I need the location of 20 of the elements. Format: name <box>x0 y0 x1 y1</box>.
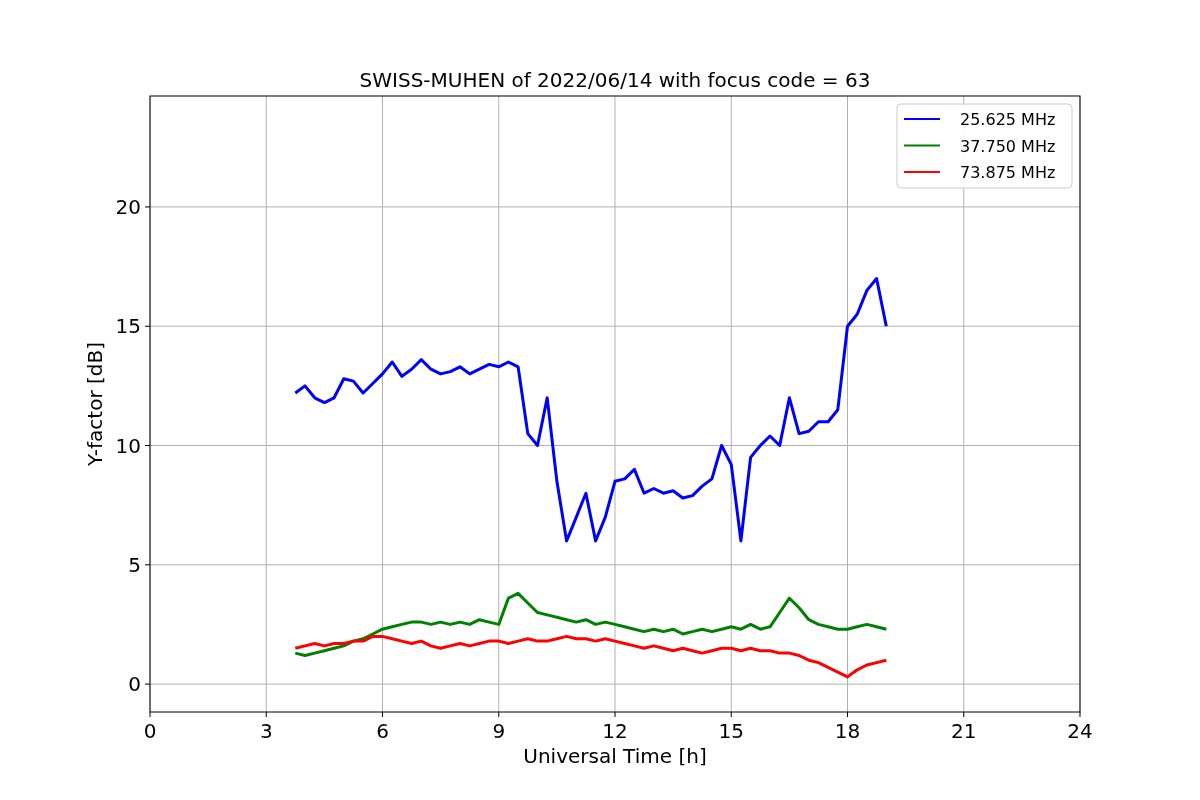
tick-label: 12 <box>602 719 628 743</box>
legend-label: 73.875 MHz <box>960 163 1056 182</box>
tick-label: 20 <box>115 194 141 219</box>
axis-label: Y-factor [dB] <box>83 342 107 466</box>
axis-label: Universal Time [h] <box>523 744 707 768</box>
legend-label: 37.750 MHz <box>960 136 1056 156</box>
tick-label: 10 <box>115 433 141 458</box>
tick-label: 15 <box>115 314 141 339</box>
chart-title: SWISS-MUHEN of 2022/06/14 with focus code = 63 <box>359 68 871 92</box>
tick-label: 9 <box>492 719 506 743</box>
tick-label: 0 <box>128 672 141 697</box>
tick-label: 5 <box>128 552 141 577</box>
tick-label: 18 <box>834 719 861 743</box>
tick-label: 24 <box>1067 719 1093 743</box>
legend-label: 25.625 MHz <box>960 110 1056 129</box>
tick-label: 6 <box>376 719 389 743</box>
tick-label: 0 <box>143 719 157 743</box>
tick-label: 3 <box>259 719 273 743</box>
tick-label: 21 <box>951 719 977 743</box>
tick-label: 15 <box>718 719 744 743</box>
